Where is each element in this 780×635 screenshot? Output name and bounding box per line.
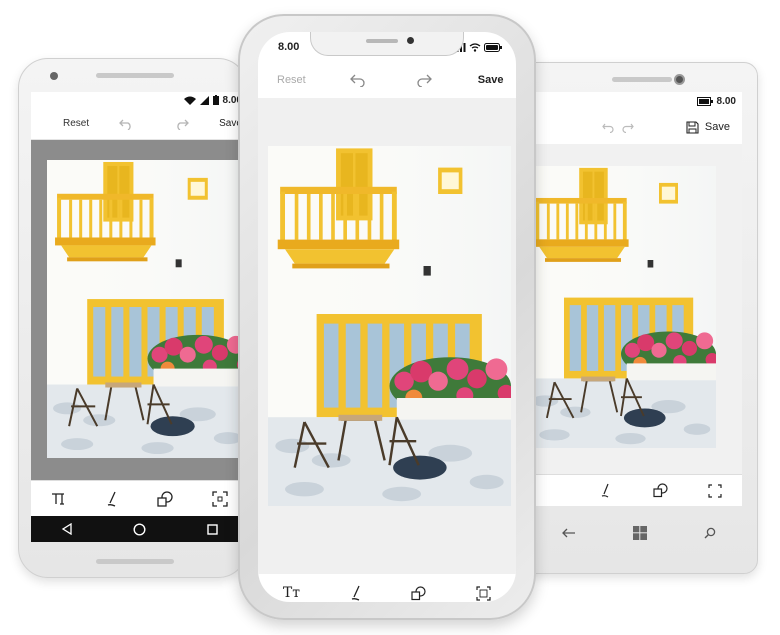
earpiece-speaker	[366, 39, 398, 43]
android-phone: 8.00 Reset Save	[18, 58, 248, 578]
wifi-icon	[469, 42, 481, 52]
image-canvas[interactable]	[31, 140, 248, 480]
front-camera	[50, 72, 58, 80]
battery-icon	[212, 95, 219, 105]
editor-toolbar: Reset Save	[258, 62, 516, 98]
undo-icon[interactable]	[119, 118, 133, 130]
android-screen: 8.00 Reset Save	[31, 92, 248, 542]
image-canvas[interactable]	[526, 144, 742, 474]
windows-phone: 8.00 Save	[520, 62, 758, 574]
iphone-screen: 8.00 Reset Save Tт	[258, 32, 516, 602]
pen-tool-icon[interactable]	[106, 491, 118, 507]
image-canvas[interactable]	[258, 98, 516, 574]
redo-icon[interactable]	[622, 122, 634, 133]
earpiece-speaker	[612, 77, 672, 82]
wifi-icon	[183, 96, 196, 105]
status-bar: 8.00	[526, 92, 742, 110]
save-icon[interactable]	[686, 120, 699, 134]
text-tool-icon[interactable]	[51, 492, 67, 506]
annotation-toolbar: Tт	[258, 572, 516, 602]
status-bar: 8.00	[31, 92, 248, 108]
pen-tool-icon[interactable]	[350, 585, 362, 601]
shape-tool-icon[interactable]	[653, 483, 668, 498]
crop-tool-icon[interactable]	[708, 483, 722, 498]
edited-photo	[268, 146, 511, 506]
earpiece-speaker	[96, 73, 174, 78]
status-time: 8.00	[716, 95, 736, 107]
pen-tool-icon[interactable]	[600, 483, 612, 498]
search-icon[interactable]	[704, 527, 716, 539]
windows-hardware-buttons	[534, 518, 744, 548]
iphone: 8.00 Reset Save Tт	[238, 14, 536, 620]
notch	[310, 32, 464, 56]
text-tool-icon[interactable]: Tт	[283, 585, 300, 601]
windows-icon[interactable]	[632, 526, 647, 540]
editor-toolbar: Reset Save	[31, 108, 248, 140]
recents-icon[interactable]	[207, 523, 218, 535]
shape-tool-icon[interactable]	[157, 490, 173, 507]
signal-icon	[199, 95, 209, 105]
windows-screen: 8.00 Save	[526, 92, 742, 506]
battery-icon	[484, 42, 502, 52]
save-button[interactable]: Save	[478, 74, 504, 86]
back-icon[interactable]	[562, 527, 576, 539]
android-nav-bar	[31, 516, 248, 542]
save-button[interactable]: Save	[705, 121, 730, 133]
reset-button[interactable]: Reset	[63, 118, 89, 129]
edited-photo	[47, 160, 248, 458]
back-icon[interactable]	[61, 523, 73, 535]
annotation-toolbar	[31, 480, 248, 516]
shape-tool-icon[interactable]	[411, 585, 426, 601]
editor-toolbar: Save	[526, 110, 742, 144]
annotation-toolbar	[526, 474, 742, 506]
redo-icon[interactable]	[416, 73, 432, 87]
redo-icon[interactable]	[175, 118, 190, 130]
front-camera	[674, 74, 685, 85]
undo-icon[interactable]	[349, 73, 366, 87]
undo-icon[interactable]	[602, 122, 614, 133]
crop-tool-icon[interactable]	[476, 585, 491, 601]
home-icon[interactable]	[133, 522, 146, 536]
battery-icon	[696, 96, 713, 106]
bottom-speaker	[96, 559, 174, 564]
edited-photo	[526, 166, 716, 448]
front-camera	[407, 37, 414, 44]
crop-tool-icon[interactable]	[212, 490, 229, 507]
reset-button[interactable]: Reset	[277, 74, 306, 86]
